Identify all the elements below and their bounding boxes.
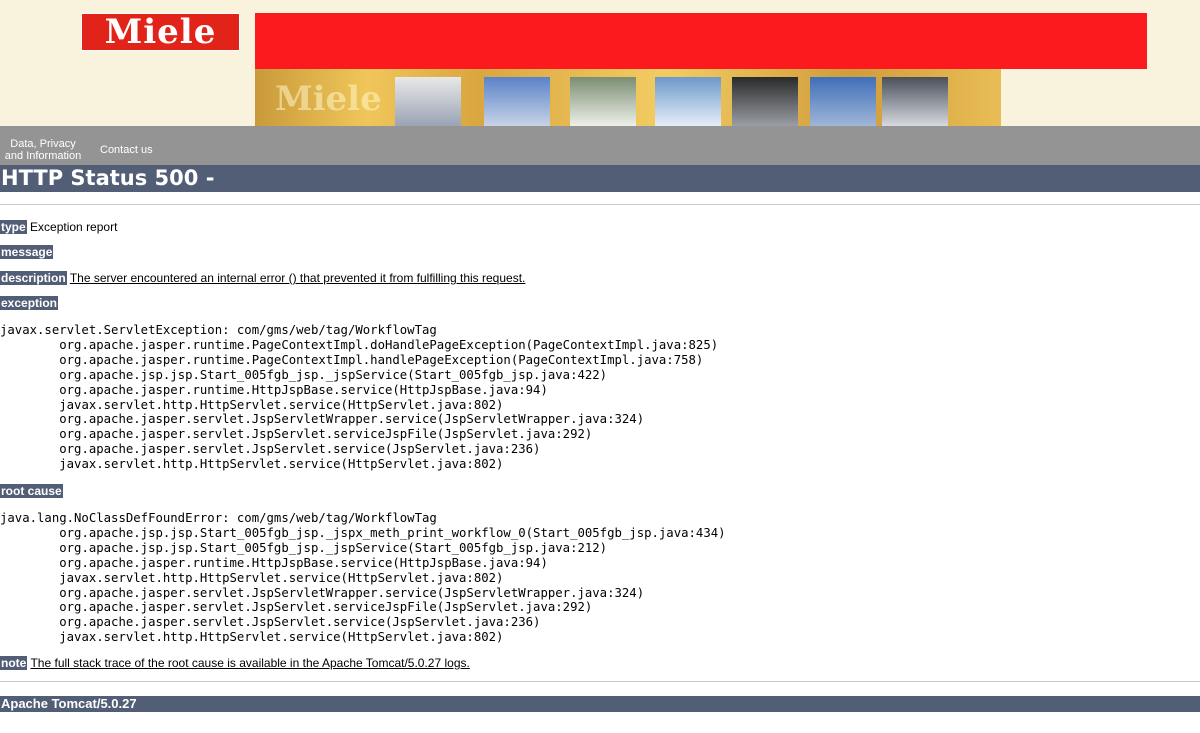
- note-value: The full stack trace of the root cause i…: [30, 656, 470, 670]
- exception-label: exception: [0, 296, 59, 310]
- exception-stack-trace: javax.servlet.ServletException: com/gms/…: [0, 323, 719, 472]
- note-row: note The full stack trace of the root ca…: [0, 656, 470, 670]
- site-header: Miele Miele: [0, 0, 1200, 126]
- refrigerator-image: [655, 77, 721, 126]
- message-row: message: [0, 245, 54, 259]
- cooktop-image: [882, 77, 948, 126]
- type-row: type Exception report: [0, 220, 117, 234]
- nav-privacy-link[interactable]: Data, Privacy and Information: [0, 138, 86, 162]
- exception-row: exception: [0, 296, 59, 310]
- description-label: description: [0, 271, 67, 285]
- miele-logo[interactable]: Miele: [81, 13, 240, 51]
- divider: [0, 204, 1200, 205]
- page-title: HTTP Status 500 -: [0, 165, 1200, 192]
- red-banner: [255, 13, 1147, 69]
- footer-divider: [0, 681, 1200, 682]
- message-label: message: [0, 245, 54, 259]
- footer-server-version: Apache Tomcat/5.0.27: [0, 696, 1200, 712]
- root-cause-stack-trace: java.lang.NoClassDefFoundError: com/gms/…: [0, 511, 726, 645]
- oven-image: [732, 77, 798, 126]
- root-cause-row: root cause: [0, 484, 63, 498]
- washing-machine-image: [395, 77, 461, 126]
- description-value: The server encountered an internal error…: [69, 271, 526, 285]
- nav-contact-link[interactable]: Contact us: [100, 144, 153, 156]
- type-value: Exception report: [30, 220, 118, 234]
- dishwasher-image: [570, 77, 636, 126]
- note-label: note: [0, 656, 28, 670]
- type-label: type: [0, 220, 27, 234]
- nav-bar: Data, Privacy and Information Contact us: [0, 126, 1200, 165]
- vacuum-cleaner-image: [484, 77, 550, 126]
- product-photo-strip: Miele: [255, 69, 1001, 126]
- description-row: description The server encountered an in…: [0, 271, 525, 285]
- strip-brand-watermark: Miele: [275, 79, 382, 119]
- cooker-hood-image: [810, 77, 876, 126]
- root-cause-label: root cause: [0, 484, 63, 498]
